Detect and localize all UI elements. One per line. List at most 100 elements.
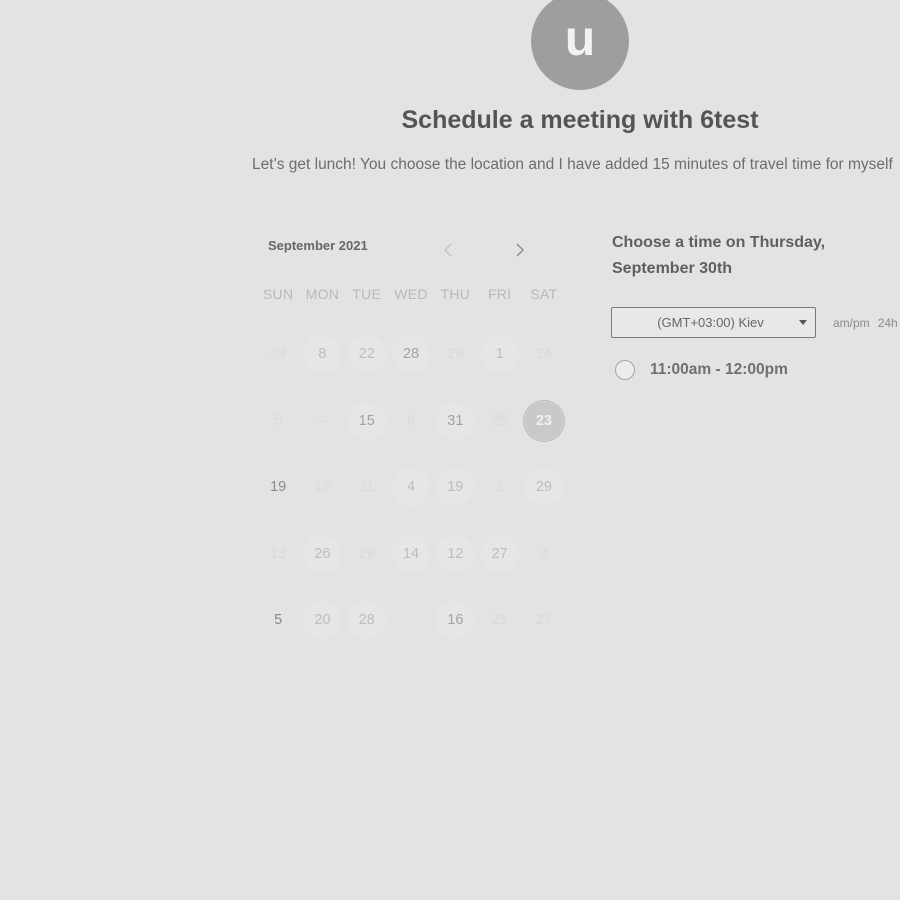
calendar-day[interactable]: 29 (522, 454, 566, 521)
format-ampm-option[interactable]: am/pm (833, 316, 870, 330)
day-number: 26 (303, 534, 342, 573)
calendar-day[interactable]: 5 (256, 587, 300, 654)
calendar-day: 17 (300, 454, 344, 521)
calendar-day[interactable]: 28 (345, 587, 389, 654)
caret-down-icon (791, 320, 815, 325)
timezone-select[interactable]: (GMT+03:00) Kiev (611, 307, 816, 338)
weekday-fri: FRI (487, 286, 512, 302)
day-number: 24 (535, 346, 552, 363)
calendar-day[interactable]: 12 (433, 521, 477, 588)
day-number: 19 (270, 479, 287, 496)
timezone-value: (GMT+03:00) Kiev (657, 315, 764, 330)
calendar-week: 5 20 28 16 21 27 (256, 587, 576, 654)
calendar-day[interactable]: 31 (433, 388, 477, 455)
calendar-day[interactable]: 27 (477, 521, 521, 588)
day-number: 5 (274, 412, 283, 429)
calendar-day: 11 (345, 454, 389, 521)
calendar-day: 2 (477, 454, 521, 521)
calendar-week: 19 17 11 4 19 2 29 (256, 454, 576, 521)
chevron-right-icon (516, 243, 525, 257)
day-number: 25 (491, 412, 508, 429)
calendar-day[interactable]: 14 (389, 521, 433, 588)
day-number: 28 (392, 335, 431, 374)
calendar-day: 29 (345, 521, 389, 588)
calendar-day[interactable]: 16 (433, 587, 477, 654)
day-number: 29 (358, 545, 375, 562)
calendar-week: 24 8 22 28 29 1 24 (256, 321, 576, 388)
day-number: 11 (359, 479, 375, 496)
calendar-day (389, 587, 433, 654)
day-number: 28 (347, 601, 386, 640)
day-number (392, 601, 430, 639)
day-number: 27 (535, 612, 552, 629)
day-number: 27 (480, 534, 519, 573)
calendar-month-label: September 2021 (268, 238, 368, 253)
calendar-day: 13 (256, 521, 300, 588)
previous-month-button[interactable] (436, 238, 460, 262)
day-number: 29 (447, 346, 464, 363)
calendar-grid: 24 8 22 28 29 1 24 5 – 15 6 31 25 23 19 (256, 321, 576, 654)
calendar-week: 13 26 29 14 12 27 3 (256, 521, 576, 588)
day-number: 8 (303, 335, 342, 374)
time-slot-label: 11:00am - 12:00pm (650, 361, 788, 378)
calendar-day[interactable]: 4 (389, 454, 433, 521)
day-number: 14 (392, 534, 431, 573)
avatar-initial: u (564, 10, 596, 66)
calendar-day[interactable]: 26 (300, 521, 344, 588)
format-24h-option[interactable]: 24h (878, 316, 898, 330)
calendar-day: – (300, 388, 344, 455)
day-number: 16 (436, 601, 475, 640)
day-number: 22 (347, 335, 386, 374)
calendar-day[interactable]: 28 (389, 321, 433, 388)
calendar-day-selected[interactable]: 23 (522, 388, 566, 455)
time-format-toggle: am/pm 24h (833, 316, 898, 330)
calendar: September 2021 SUN MON TUE WED THU FRI S… (256, 228, 576, 640)
day-number: 15 (347, 401, 386, 440)
calendar-day: 5 (256, 388, 300, 455)
time-slot[interactable]: 11:00am - 12:00pm (615, 360, 788, 380)
day-number: 2 (495, 479, 504, 496)
day-number: 1 (480, 335, 519, 374)
day-number: 21 (491, 612, 508, 629)
calendar-day: 24 (522, 321, 566, 388)
calendar-day: 27 (522, 587, 566, 654)
day-number: 5 (274, 612, 283, 629)
day-number: 13 (270, 545, 287, 562)
calendar-day[interactable]: 15 (345, 388, 389, 455)
day-number: 12 (436, 534, 475, 573)
calendar-day[interactable]: 20 (300, 587, 344, 654)
calendar-day[interactable]: 8 (300, 321, 344, 388)
calendar-week: 5 – 15 6 31 25 23 (256, 388, 576, 455)
day-number: 17 (314, 479, 331, 496)
host-avatar: u (531, 0, 629, 90)
weekday-thu: THU (440, 286, 471, 302)
day-number: 31 (436, 401, 475, 440)
day-number: 6 (406, 412, 416, 429)
day-number: 20 (303, 601, 342, 640)
day-number: 3 (539, 545, 548, 562)
calendar-day[interactable]: 1 (477, 321, 521, 388)
weekday-tue: TUE (352, 286, 382, 302)
calendar-day: 6 (389, 388, 433, 455)
weekday-mon: MON (305, 286, 340, 302)
calendar-day[interactable]: 19 (433, 454, 477, 521)
calendar-day: 29 (433, 321, 477, 388)
radio-button[interactable] (615, 360, 635, 380)
weekday-sun: SUN (262, 286, 294, 302)
day-number: 4 (392, 468, 431, 507)
chevron-left-icon (443, 243, 452, 257)
calendar-day: 24 (256, 321, 300, 388)
day-number: 23 (523, 400, 564, 441)
calendar-day[interactable]: 22 (345, 321, 389, 388)
scheduling-page: u Schedule a meeting with 6test Let’s ge… (0, 0, 900, 900)
day-number: 24 (270, 346, 287, 363)
time-selection-panel: Choose a time on Thursday, September 30t… (598, 212, 900, 612)
calendar-day[interactable]: 19 (256, 454, 300, 521)
weekday-header: SUN MON TUE WED THU FRI SAT (256, 286, 576, 302)
weekday-sat: SAT (530, 286, 558, 302)
calendar-day: 25 (477, 388, 521, 455)
calendar-day: 3 (522, 521, 566, 588)
time-panel-heading: Choose a time on Thursday, September 30t… (612, 234, 826, 277)
next-month-button[interactable] (508, 238, 532, 262)
day-number: 19 (436, 468, 475, 507)
